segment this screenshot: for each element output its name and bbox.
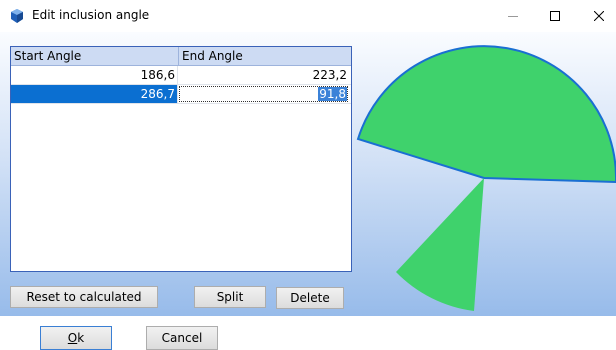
table-row[interactable]: 186,6 223,2: [11, 66, 351, 85]
inclusion-sector-small: [396, 178, 484, 311]
angle-visualization: [356, 45, 616, 311]
close-icon: [594, 11, 604, 21]
maximize-icon: [550, 11, 560, 21]
cancel-button[interactable]: Cancel: [146, 326, 218, 350]
delete-button[interactable]: Delete: [276, 287, 344, 309]
dialog-body: Start Angle End Angle 186,6 223,2 286,7 …: [0, 32, 616, 316]
maximize-button[interactable]: [532, 0, 578, 32]
table-row-selected[interactable]: 286,7 91,8: [11, 85, 351, 104]
table-header: Start Angle End Angle: [11, 47, 351, 66]
end-angle-edit-text[interactable]: 91,8: [318, 87, 347, 101]
minimize-button[interactable]: [490, 0, 536, 32]
start-angle-cell[interactable]: 186,6: [11, 66, 178, 84]
dialog-footer: Ok Cancel: [0, 316, 616, 350]
ok-button[interactable]: Ok: [40, 326, 112, 350]
dialog-window: Edit inclusion angle Start Angle End Ang…: [0, 0, 616, 350]
window-title: Edit inclusion angle: [32, 8, 150, 22]
ok-label-rest: k: [77, 331, 85, 345]
end-angle-cell[interactable]: 223,2: [178, 66, 349, 84]
start-angle-cell[interactable]: 286,7: [11, 85, 178, 103]
angle-table: Start Angle End Angle 186,6 223,2 286,7 …: [10, 46, 352, 272]
column-header-start-angle[interactable]: Start Angle: [11, 47, 179, 65]
app-icon: [11, 9, 23, 23]
minimize-icon: [508, 16, 518, 17]
reset-to-calculated-button[interactable]: Reset to calculated: [10, 286, 158, 308]
column-header-end-angle[interactable]: End Angle: [179, 47, 348, 65]
split-button[interactable]: Split: [194, 286, 266, 308]
inclusion-sector-large: [356, 45, 616, 184]
title-bar: Edit inclusion angle: [0, 0, 616, 32]
close-button[interactable]: [576, 0, 616, 32]
ok-mnemonic: O: [67, 331, 78, 345]
end-angle-cell-editing[interactable]: 91,8: [178, 85, 349, 103]
